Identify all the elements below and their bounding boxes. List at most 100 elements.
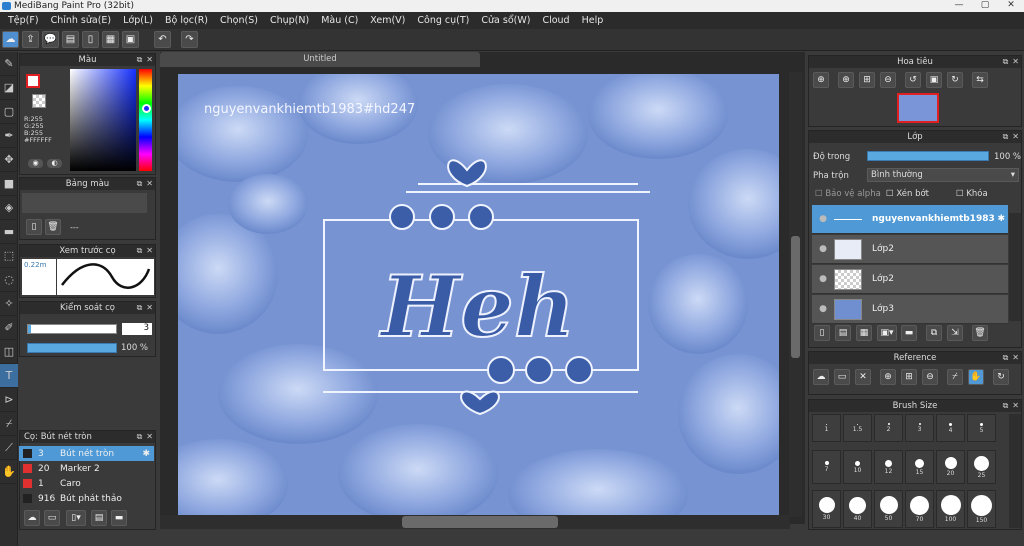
palette-swatches[interactable] — [22, 193, 147, 213]
zoom-in-icon[interactable]: ⊕ — [813, 72, 829, 88]
hand-icon[interactable]: ✋ — [968, 369, 984, 385]
layer-row[interactable]: ● Lớp2 — [812, 265, 1008, 294]
gear-icon[interactable]: ✱ — [142, 449, 150, 459]
menu-cloud[interactable]: Cloud — [536, 15, 575, 26]
zoom-fit-icon[interactable]: ⊕ — [838, 72, 854, 88]
brush-tool-icon[interactable]: ✎ — [0, 52, 18, 76]
grid-icon[interactable]: ▦ — [102, 31, 119, 48]
new-8bit-layer-icon[interactable]: ▦ — [856, 325, 872, 341]
brush-size-scrollbar[interactable] — [1009, 414, 1021, 528]
layer-list-scrollbar[interactable] — [1009, 213, 1021, 321]
float-icon[interactable]: ⧉ — [137, 179, 143, 188]
blend-mode-select[interactable]: Bình thường ▾ — [867, 168, 1019, 182]
zoom-in-icon[interactable]: ⊕ — [880, 369, 896, 385]
select-tool-icon[interactable]: ⬚ — [0, 244, 18, 268]
protect-alpha-checkbox[interactable]: ☐ Bảo vệ alpha — [815, 189, 881, 199]
bucket-tool-icon[interactable]: ◈ — [0, 196, 18, 220]
float-icon[interactable]: ⧉ — [137, 246, 143, 255]
float-icon[interactable]: ⧉ — [1003, 401, 1009, 410]
hue-slider[interactable] — [139, 69, 152, 171]
saturation-value-picker[interactable] — [70, 69, 136, 171]
primary-color-swatch[interactable] — [26, 74, 40, 88]
panel-icon[interactable]: ▣ — [122, 31, 139, 48]
brush-size-option[interactable]: 100 — [936, 490, 965, 528]
menu-select[interactable]: Chọn(S) — [214, 15, 264, 26]
vertical-scroll-thumb[interactable] — [791, 236, 800, 358]
divide-tool-icon[interactable]: ⊳ — [0, 388, 18, 412]
brush-size-option[interactable]: 1.5 — [843, 414, 872, 442]
close-button[interactable]: ✕ — [998, 0, 1024, 12]
menu-file[interactable]: Tệp(F) — [2, 15, 45, 26]
close-icon[interactable]: ✕ — [146, 432, 153, 441]
brush-size-option[interactable]: 15 — [905, 450, 934, 484]
menu-help[interactable]: Help — [576, 15, 610, 26]
brush-size-option[interactable]: 7 — [812, 450, 841, 484]
float-icon[interactable]: ⧉ — [1003, 57, 1009, 66]
move-tool-icon[interactable]: ✥ — [0, 148, 18, 172]
rect-fill-tool-icon[interactable]: ■ — [0, 172, 18, 196]
brush-size-option[interactable]: 2 — [874, 414, 903, 442]
minimize-button[interactable]: — — [946, 0, 972, 12]
float-icon[interactable]: ⧉ — [137, 55, 143, 64]
close-icon[interactable]: ✕ — [1012, 57, 1019, 66]
gear-icon[interactable]: ✱ — [997, 214, 1005, 224]
hue-handle[interactable] — [142, 104, 151, 113]
open-reference-icon[interactable]: ▭ — [834, 369, 850, 385]
close-icon[interactable]: ✕ — [146, 55, 153, 64]
pen-select-icon[interactable]: ⟋ — [0, 436, 18, 460]
cloud-brush-icon[interactable]: ☁ — [24, 510, 40, 526]
brush-size-option[interactable]: 70 — [905, 490, 934, 528]
eyedropper-icon[interactable]: ⌿ — [947, 369, 963, 385]
menu-layer[interactable]: Lớp(L) — [117, 15, 159, 26]
merge-layer-icon[interactable]: ⇲ — [947, 325, 963, 341]
actual-size-icon[interactable]: ▣ — [926, 72, 942, 88]
brush-size-option[interactable]: 10 — [843, 450, 872, 484]
share-icon[interactable]: ⇪ — [22, 31, 39, 48]
brush-size-option[interactable]: 12 — [874, 450, 903, 484]
brush-size-option[interactable]: 40 — [843, 490, 872, 528]
rotate-right-icon[interactable]: ↻ — [947, 72, 963, 88]
document-tab[interactable]: Untitled — [160, 52, 480, 67]
gradient-tool-icon[interactable]: ▬ — [0, 220, 18, 244]
brush-size-option[interactable]: 3 — [905, 414, 934, 442]
folder-brush-icon[interactable]: ▭ — [44, 510, 60, 526]
menu-view[interactable]: Xem(V) — [364, 15, 411, 26]
color-mode-button[interactable]: ◉ — [28, 159, 43, 168]
menu-tools[interactable]: Công cụ(T) — [411, 15, 475, 26]
brush-item[interactable]: 3 Bút nét tròn ✱ — [19, 446, 154, 461]
brush-size-option[interactable]: 30 — [812, 490, 841, 528]
close-icon[interactable]: ✕ — [146, 246, 153, 255]
new-layer-icon[interactable]: ▯ — [814, 325, 830, 341]
new-halftone-layer-icon[interactable]: ▤ — [835, 325, 851, 341]
brush-size-option[interactable]: 50 — [874, 490, 903, 528]
lock-checkbox[interactable]: ☐ Khóa — [956, 189, 988, 199]
fit-window-icon[interactable]: ⊞ — [901, 369, 917, 385]
folder-icon[interactable]: ▬ — [901, 325, 917, 341]
cloud-icon[interactable]: ☁ — [2, 31, 19, 48]
delete-palette-icon[interactable]: 🗑 — [45, 219, 61, 235]
brush-item[interactable]: 20 Marker 2 — [19, 461, 154, 476]
new-palette-icon[interactable]: ▯ — [26, 219, 42, 235]
magic-wand-icon[interactable]: ✧ — [0, 292, 18, 316]
eraser-tool-icon[interactable]: ◪ — [0, 76, 18, 100]
brush-size-option[interactable]: 4 — [936, 414, 965, 442]
brush-size-option[interactable]: 25 — [967, 450, 996, 484]
float-icon[interactable]: ⧉ — [1003, 353, 1009, 362]
add-brush-icon[interactable]: ▯▾ — [66, 510, 86, 526]
close-icon[interactable]: ✕ — [1012, 353, 1019, 362]
brush-size-option[interactable]: 1 — [812, 414, 841, 442]
brush-size-value[interactable]: 3 — [122, 323, 152, 335]
horizontal-scroll-thumb[interactable] — [402, 516, 558, 528]
brush-opacity-slider[interactable] — [27, 343, 117, 353]
menu-snap[interactable]: Chụp(N) — [264, 15, 315, 26]
layer-row[interactable]: ● nguyenvankhiemtb1983 ✱ — [812, 205, 1008, 234]
brush-item[interactable]: 1 Caro — [19, 476, 154, 491]
eye-icon[interactable]: ● — [812, 274, 834, 284]
eye-icon[interactable]: ● — [812, 244, 834, 254]
select-pen-icon[interactable]: ✐ — [0, 316, 18, 340]
select-eraser-icon[interactable]: ◫ — [0, 340, 18, 364]
float-icon[interactable]: ⧉ — [1003, 132, 1009, 141]
canvas-artwork[interactable]: Heh nguyenvankhiemtb1983#hd247 — [178, 74, 779, 516]
undo-icon[interactable]: ↶ — [154, 31, 171, 48]
dot-tool-icon[interactable]: ▢ — [0, 100, 18, 124]
